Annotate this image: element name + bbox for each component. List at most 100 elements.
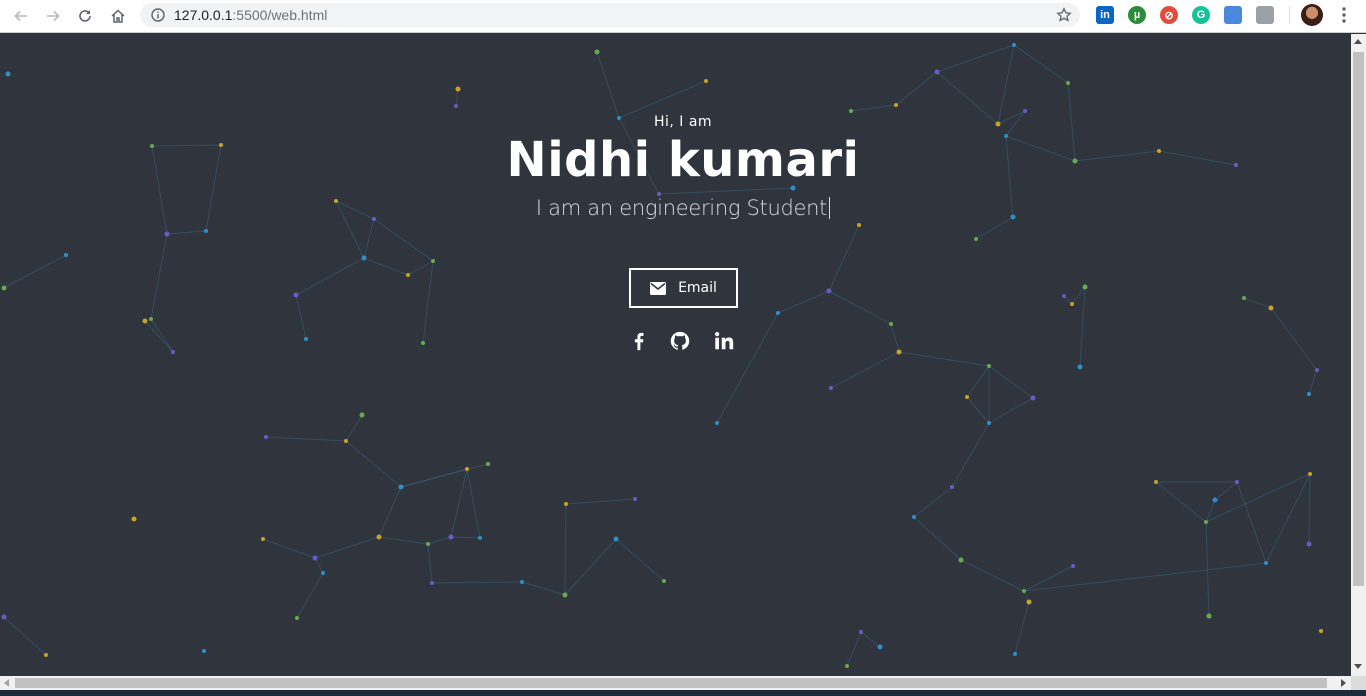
particle-dot xyxy=(359,412,365,418)
info-icon[interactable] xyxy=(150,7,166,23)
linkedin-icon xyxy=(715,332,734,350)
vertical-scroll-thumb[interactable] xyxy=(1353,52,1364,586)
particle-dot xyxy=(889,322,893,326)
utorrent-extension-icon[interactable]: µ xyxy=(1128,6,1146,24)
particle-dot xyxy=(361,255,367,261)
particle-link xyxy=(450,468,468,538)
github-link[interactable] xyxy=(667,328,693,354)
url-text[interactable]: 127.0.0.1:5500/web.html xyxy=(174,7,327,23)
particle-link xyxy=(466,468,481,539)
particle-dot xyxy=(877,644,883,650)
particle-dot xyxy=(1306,541,1312,547)
browser-toolbar: 127.0.0.1:5500/web.html in µ ⊘ G xyxy=(0,0,1366,33)
email-button-label: Email xyxy=(678,280,717,296)
kebab-menu-icon[interactable] xyxy=(1336,6,1352,24)
particle-link xyxy=(618,80,707,119)
particle-dot xyxy=(958,557,964,563)
particle-link xyxy=(378,536,429,545)
particle-link xyxy=(975,216,1014,240)
particle-dot xyxy=(594,49,600,55)
vertical-scrollbar[interactable] xyxy=(1351,34,1366,676)
particle-dot xyxy=(562,592,568,598)
particle-dot xyxy=(974,237,978,241)
back-button[interactable] xyxy=(9,4,33,28)
particle-link xyxy=(3,616,47,656)
particle-link xyxy=(296,572,324,619)
horizontal-scrollbar[interactable] xyxy=(0,676,1351,690)
particle-dot xyxy=(1070,302,1074,306)
particle-dot xyxy=(1,285,7,291)
page-viewport: Hi, I am Nidhi kumari I am an engineerin… xyxy=(0,34,1351,676)
scroll-right-arrow-icon[interactable] xyxy=(1341,679,1346,687)
horizontal-scroll-thumb[interactable] xyxy=(15,678,1327,688)
github-icon xyxy=(670,331,690,350)
particle-link xyxy=(455,88,459,107)
linkedin-extension-icon[interactable]: in xyxy=(1096,6,1114,24)
typing-cursor xyxy=(829,197,831,219)
scroll-up-arrow-icon[interactable] xyxy=(1354,39,1362,44)
particle-link xyxy=(1243,297,1272,309)
particle-dot xyxy=(987,421,991,425)
translate-extension-icon[interactable] xyxy=(1224,6,1242,24)
particle-dot xyxy=(829,386,833,390)
particle-dot xyxy=(344,439,348,443)
particle-dot xyxy=(465,467,469,471)
particle-link xyxy=(898,351,990,367)
particle-dot xyxy=(987,364,991,368)
particle-link xyxy=(1236,481,1267,564)
particle-dot xyxy=(1204,520,1208,524)
particle-dot xyxy=(376,534,382,540)
particle-link xyxy=(363,257,409,276)
particle-link xyxy=(262,538,316,559)
bookmark-star-icon[interactable] xyxy=(1056,7,1072,23)
particle-link xyxy=(378,486,402,538)
home-button[interactable] xyxy=(106,4,130,28)
reload-icon xyxy=(79,10,91,22)
particle-dot xyxy=(1264,561,1268,565)
particle-link xyxy=(1205,521,1210,617)
reload-button[interactable] xyxy=(73,4,97,28)
hexagon-extension-icon[interactable] xyxy=(1256,6,1274,24)
scroll-left-arrow-icon[interactable] xyxy=(4,679,9,687)
linkedin-link[interactable] xyxy=(711,328,737,354)
particle-link xyxy=(850,104,897,112)
particle-dot xyxy=(1082,284,1088,290)
particle-link xyxy=(828,224,860,292)
particle-dot xyxy=(455,86,461,92)
forward-button[interactable] xyxy=(41,4,65,28)
blocker-extension-icon[interactable]: ⊘ xyxy=(1160,6,1178,24)
particle-dot xyxy=(131,516,137,522)
tagline-text: I am an engineering Student xyxy=(535,196,828,220)
email-button[interactable]: Email xyxy=(629,268,738,308)
particle-link xyxy=(1308,369,1318,395)
particle-link xyxy=(450,536,481,539)
particle-link xyxy=(966,396,990,424)
address-bar[interactable]: 127.0.0.1:5500/web.html xyxy=(140,3,1080,27)
particle-link xyxy=(830,351,900,389)
scroll-down-arrow-icon[interactable] xyxy=(1354,664,1362,669)
particle-link xyxy=(951,422,990,488)
particle-link xyxy=(960,559,1025,592)
particle-link xyxy=(265,436,347,442)
particle-link xyxy=(295,257,365,296)
particle-link xyxy=(345,440,402,488)
particle-link xyxy=(1071,286,1086,305)
particle-link xyxy=(1265,473,1311,564)
profile-avatar[interactable] xyxy=(1301,4,1323,26)
particle-link xyxy=(564,538,617,596)
particle-link xyxy=(407,260,434,276)
particle-dot xyxy=(312,555,318,561)
particle-dot xyxy=(1319,629,1323,633)
particle-dot xyxy=(564,502,568,506)
particle-dot xyxy=(431,259,435,263)
particle-link xyxy=(1205,473,1311,523)
particle-dot xyxy=(1308,472,1312,476)
facebook-link[interactable] xyxy=(626,328,652,354)
particle-dot xyxy=(1062,294,1066,298)
particle-link xyxy=(1023,565,1074,592)
particle-dot xyxy=(894,103,898,107)
particle-dot xyxy=(295,616,299,620)
particle-dot xyxy=(293,292,299,298)
particle-link xyxy=(564,503,567,596)
grammarly-extension-icon[interactable]: G xyxy=(1192,6,1210,24)
